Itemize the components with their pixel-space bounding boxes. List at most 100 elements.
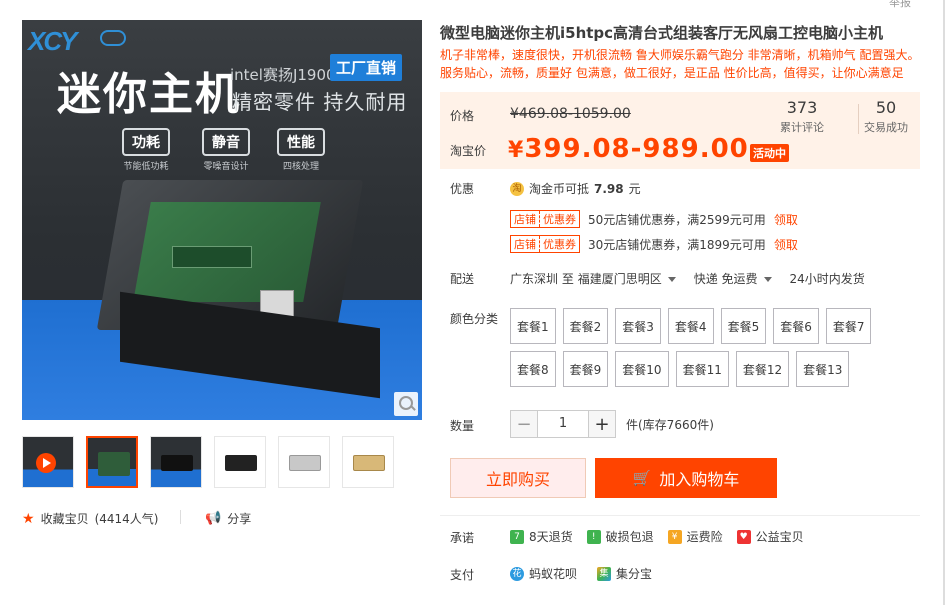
huabei-icon: 花 <box>510 566 524 581</box>
option-package-1[interactable]: 套餐1 <box>510 308 556 344</box>
reviews-label: 累计评论 <box>780 121 824 134</box>
hero-factory-tag: 工厂直销 <box>330 54 403 81</box>
shipping-method-text: 快递 免运费 <box>693 272 758 286</box>
promise-label: 承诺 <box>450 531 475 545</box>
price-panel: 价格 ¥469.08-1059.00 淘宝价 ¥399.08-989.00 活动… <box>440 92 920 169</box>
coupon-tag-shop: 店铺 <box>514 213 536 226</box>
payment-list: 花蚂蚁花呗 集集分宝 <box>510 565 652 582</box>
shipping-time: 24小时内发货 <box>789 272 865 286</box>
hero-cpu-label: intel赛扬J1900 <box>230 66 336 84</box>
coin-text: 淘金币可抵 <box>529 182 590 196</box>
shipping-method[interactable]: 快递 免运费 <box>694 270 772 287</box>
option-package-4[interactable]: 套餐4 <box>667 308 714 344</box>
cart-icon: 🛒 <box>632 469 652 487</box>
product-title: 微型电脑迷你主机i5htpc高清台式组装客厅无风扇工控电脑小主机 <box>440 24 884 42</box>
favorite-label: 收藏宝贝 <box>40 512 89 526</box>
option-list: 套餐1 套餐2 套餐3 套餐4 套餐5 套餐6 套餐7 套餐8 套餐9 套餐10… <box>510 308 910 387</box>
option-package-6[interactable]: 套餐6 <box>773 308 819 344</box>
hero-subtitle: 精密零件 持久耐用 <box>232 90 408 114</box>
activity-badge: 活动中 <box>750 144 789 162</box>
promise-text: 破损包退 <box>605 530 654 544</box>
coin-amount: 7.98 <box>594 181 624 196</box>
promise-text: 公益宝贝 <box>755 530 804 544</box>
promise-return[interactable]: 7 8天退货 <box>510 528 573 545</box>
option-package-10[interactable]: 套餐10 <box>615 351 669 387</box>
option-package-7[interactable]: 套餐7 <box>825 308 872 344</box>
thumbnail-case-image <box>225 455 257 471</box>
chevron-down-icon <box>763 277 772 282</box>
thumbnail-board-image <box>98 452 130 476</box>
current-price-value: 399.08-989.00 <box>524 134 749 164</box>
ram-module-illustration <box>172 246 252 268</box>
option-package-8[interactable]: 套餐8 <box>510 351 556 387</box>
thumbnail-strip <box>22 436 394 488</box>
feature-silent: 静音 零噪音设计 <box>202 128 250 172</box>
jifenbao-icon: 集 <box>597 566 612 581</box>
feature-title: 功耗 <box>122 128 170 156</box>
option-package-13[interactable]: 套餐13 <box>796 351 850 387</box>
coupon-tag-type: 优惠券 <box>539 211 579 227</box>
taojinbi-row: 淘 淘金币可抵 7.98 元 <box>510 180 641 197</box>
reviews-stat[interactable]: 373 累计评论 <box>780 98 824 135</box>
claim-coupon-link[interactable]: 领取 <box>774 236 798 253</box>
add-to-cart-button[interactable]: 🛒 加入购物车 <box>595 458 777 498</box>
share-button[interactable]: 📢 分享 <box>205 510 251 527</box>
promise-damage[interactable]: ! 破损包退 <box>586 528 654 545</box>
play-icon <box>36 453 56 473</box>
return-7-icon: 7 <box>510 529 524 544</box>
quantity-input[interactable]: 1 <box>538 410 588 438</box>
feature-performance: 性能 四核处理 <box>277 128 325 172</box>
payment-jifenbao[interactable]: 集集分宝 <box>597 565 652 582</box>
shipping-row: 广东深圳 至 福建厦门思明区 快递 免运费 24小时内发货 <box>510 270 865 287</box>
shipping-route[interactable]: 广东深圳 至 福建厦门思明区 <box>510 270 676 287</box>
thumbnail-case-image <box>161 455 193 471</box>
current-price: ¥399.08-989.00 <box>508 134 749 164</box>
reviews-count: 373 <box>786 98 818 117</box>
thumbnail-gold-mini[interactable] <box>342 436 394 488</box>
payment-huabei[interactable]: 花蚂蚁花呗 <box>510 565 577 582</box>
promise-list: 7 8天退货 ! 破损包退 ¥ 运费险 ♥ 公益宝贝 <box>510 528 804 545</box>
feature-sub: 零噪音设计 <box>203 162 249 172</box>
main-product-image[interactable]: XCY 迷你主机 intel赛扬J1900 工厂直销 精密零件 持久耐用 功耗 … <box>22 20 422 420</box>
option-package-9[interactable]: 套餐9 <box>562 351 609 387</box>
option-package-11[interactable]: 套餐11 <box>675 351 729 387</box>
share-label: 分享 <box>227 512 252 526</box>
favorite-button[interactable]: ★ 收藏宝贝 (4414人气) <box>22 510 158 527</box>
option-package-2[interactable]: 套餐2 <box>562 308 609 344</box>
thumbnail-silver-mini[interactable] <box>278 436 330 488</box>
thumbnail-board[interactable] <box>86 436 138 488</box>
add-to-cart-label: 加入购物车 <box>659 470 740 489</box>
payment-label: 支付 <box>450 568 475 582</box>
freight-insurance-icon: ¥ <box>667 529 682 544</box>
shipping-to-word: 至 <box>561 272 574 286</box>
shipping-from: 广东深圳 <box>510 272 559 286</box>
shipping-label: 配送 <box>450 272 475 286</box>
feature-title: 性能 <box>277 128 325 156</box>
stock-text: 件(库存7660件) <box>626 417 714 432</box>
report-link[interactable]: 举报 <box>889 0 911 10</box>
quantity-minus-button[interactable]: − <box>510 410 538 438</box>
coin-unit: 元 <box>628 182 641 196</box>
zoom-icon[interactable] <box>394 392 418 416</box>
payment-text: 集分宝 <box>616 567 653 581</box>
thumbnail-black-case[interactable] <box>150 436 202 488</box>
logo-cloud-icon <box>100 30 126 46</box>
thumbnail-case-image <box>289 455 321 471</box>
promise-freight[interactable]: ¥ 运费险 <box>667 528 723 545</box>
promise-text: 8天退货 <box>529 530 573 544</box>
promise-charity[interactable]: ♥ 公益宝贝 <box>736 528 804 545</box>
feature-sub: 节能低功耗 <box>123 162 169 172</box>
thumbnail-black-mini[interactable] <box>214 436 266 488</box>
option-package-12[interactable]: 套餐12 <box>735 351 790 387</box>
quantity-plus-button[interactable]: + <box>588 410 616 438</box>
option-package-3[interactable]: 套餐3 <box>615 308 661 344</box>
option-package-5[interactable]: 套餐5 <box>720 308 767 344</box>
hero-title: 迷你主机 <box>57 69 241 120</box>
divider <box>858 104 859 134</box>
thumbnail-video[interactable] <box>22 436 74 488</box>
divider <box>440 515 920 516</box>
claim-coupon-link[interactable]: 领取 <box>774 211 798 228</box>
buy-now-button[interactable]: 立即购买 <box>450 458 586 498</box>
shield-icon: ! <box>586 529 601 544</box>
feature-sub: 四核处理 <box>282 162 319 172</box>
